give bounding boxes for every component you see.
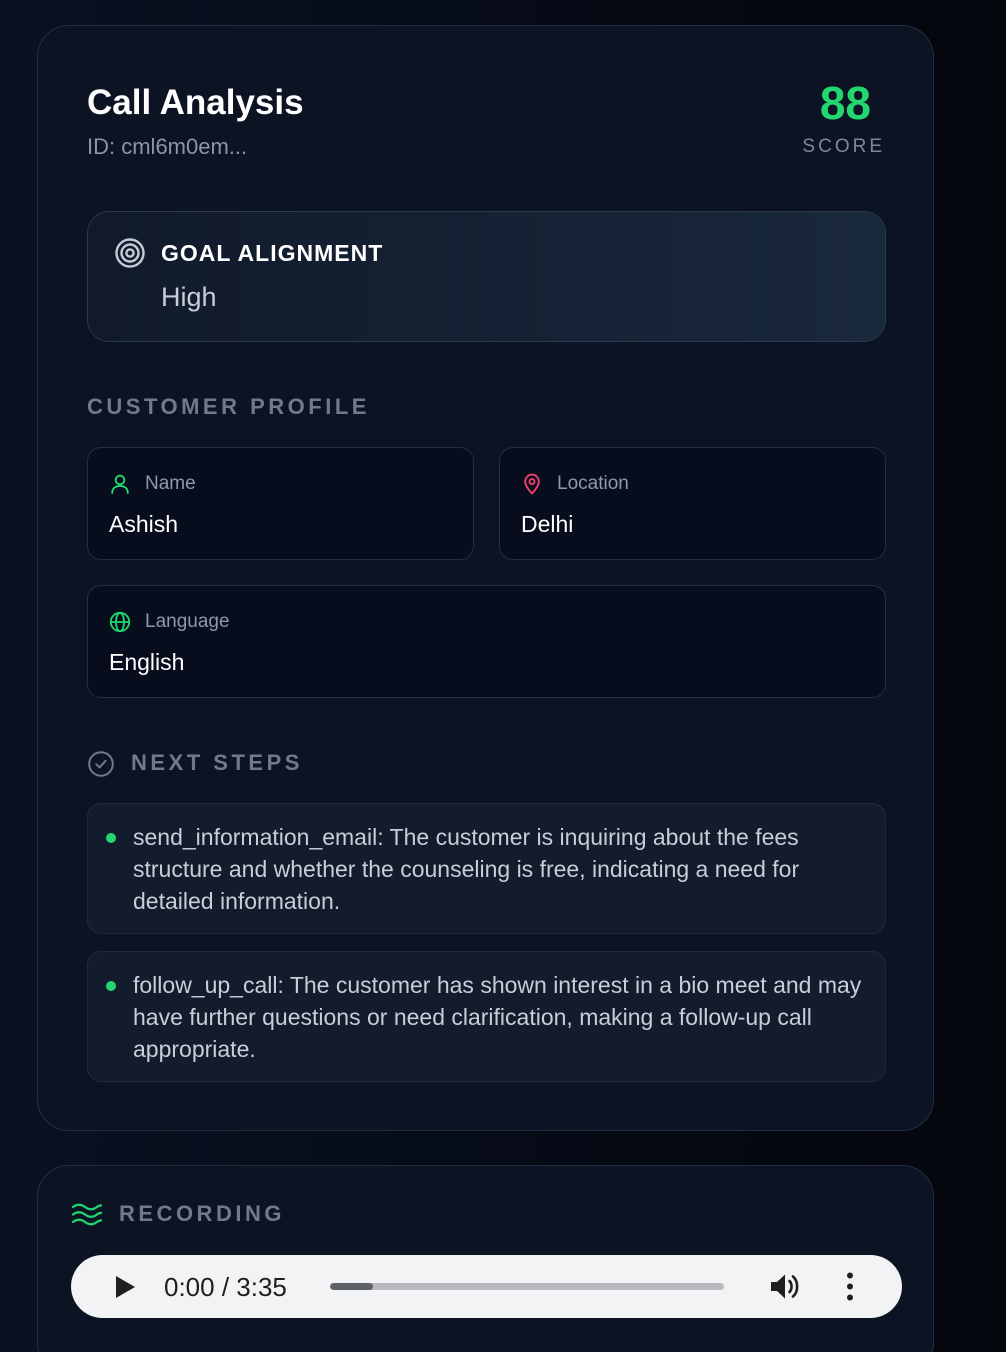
check-circle-icon [88,751,114,777]
map-pin-icon [524,473,540,495]
user-icon [111,474,129,494]
list-item: follow_up_call: The customer has shown i… [87,951,886,1082]
call-id: ID: cml6m0em... [87,134,248,159]
next-step-text: send_information_email: The customer is … [133,824,800,914]
field-value: Delhi [521,511,574,537]
profile-field-language: Language English [87,585,886,698]
call-analysis-card: Call Analysis ID: cml6m0em... 88 SCORE G… [37,25,934,1131]
profile-field-name: Name Ashish [87,447,474,560]
target-icon [115,238,145,268]
recording-card: RECORDING 0:00 / 3:35 [37,1165,934,1352]
profile-field-location: Location Delhi [499,447,886,560]
play-icon[interactable] [113,1274,137,1300]
customer-profile-heading: CUSTOMER PROFILE [87,394,370,419]
goal-alignment-box: GOAL ALIGNMENT High [87,211,886,342]
field-value: Ashish [109,511,179,537]
globe-icon [109,611,131,633]
score-value: 88 [819,77,871,129]
goal-alignment-title: GOAL ALIGNMENT [161,240,384,266]
field-label: Name [145,473,196,494]
bullet-dot-icon [106,981,116,991]
audio-player[interactable]: 0:00 / 3:35 [71,1255,902,1318]
field-label: Location [557,473,629,494]
next-steps-heading: NEXT STEPS [131,750,303,775]
volume-icon[interactable] [769,1271,803,1302]
recording-heading: RECORDING [119,1201,285,1226]
waves-icon [71,1203,103,1226]
field-label: Language [145,611,230,632]
field-value: English [109,649,185,675]
progress-buffered [330,1283,374,1290]
more-options-icon[interactable] [840,1271,860,1302]
bullet-dot-icon [106,833,116,843]
next-step-text: follow_up_call: The customer has shown i… [133,972,862,1062]
goal-alignment-value: High [161,282,217,312]
score-label: SCORE [802,136,885,157]
list-item: send_information_email: The customer is … [87,803,886,934]
page-title: Call Analysis [87,83,304,122]
time-display: 0:00 / 3:35 [164,1272,287,1302]
progress-slider[interactable] [330,1283,724,1290]
